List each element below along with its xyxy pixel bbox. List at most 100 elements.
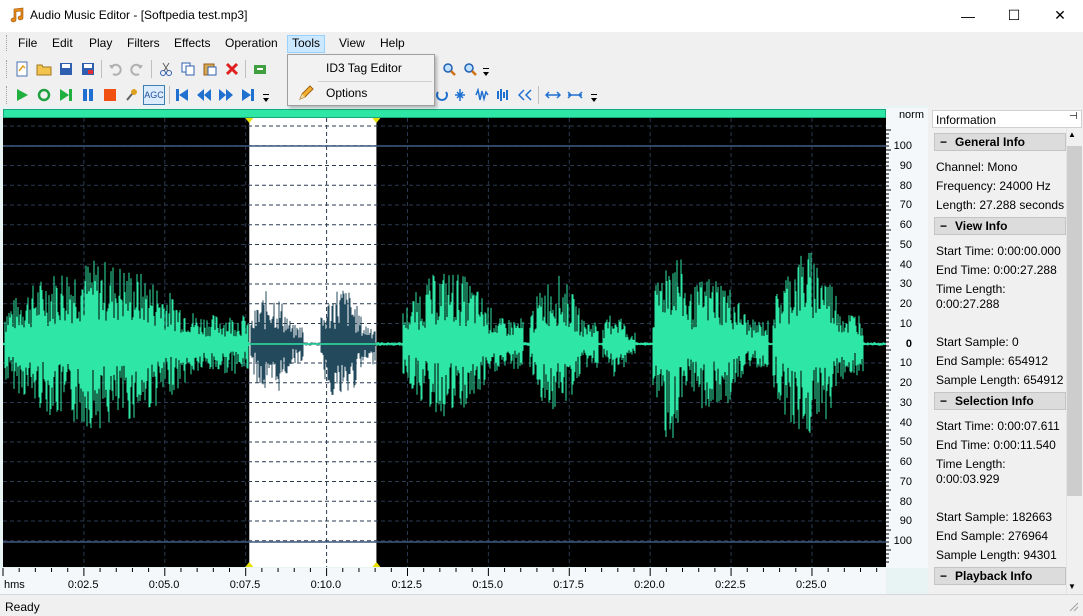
redo-icon[interactable] <box>128 60 146 78</box>
toolbar-separator <box>101 60 102 78</box>
ruler-label: 0 <box>905 337 912 350</box>
ruler-label: 100 <box>893 140 912 152</box>
new-file-icon[interactable] <box>13 60 31 78</box>
agc-toggle-button[interactable]: AGC <box>143 85 165 105</box>
menu-item-id3-tag-editor[interactable]: ID3 Tag Editor <box>290 57 432 79</box>
menu-filters[interactable]: Filters <box>123 35 164 53</box>
mix-icon[interactable] <box>251 60 269 78</box>
overview-bar[interactable] <box>3 109 886 118</box>
menubar-grip[interactable] <box>6 35 9 51</box>
time-label: 0:10.0 <box>310 579 342 591</box>
pause-icon[interactable] <box>79 86 97 104</box>
minimize-button[interactable]: — <box>945 0 991 31</box>
time-label: 0:20.0 <box>634 579 665 591</box>
menu-help[interactable]: Help <box>376 35 409 53</box>
undo-icon[interactable] <box>106 60 124 78</box>
copy-icon[interactable] <box>179 60 197 78</box>
selection-end-time: End Time: 0:00:11.540 <box>936 438 1056 452</box>
scroll-down-icon[interactable]: ▼ <box>1068 582 1076 591</box>
go-to-end-icon[interactable] <box>239 86 257 104</box>
playback-info-header[interactable]: − Playback Info <box>934 567 1066 585</box>
toolbar-overflow-icon[interactable] <box>481 63 491 81</box>
selection-time-length-label: Time Length: <box>936 457 1006 471</box>
delete-icon[interactable] <box>223 60 241 78</box>
waveform-canvas[interactable] <box>3 118 886 567</box>
go-to-start-icon[interactable] <box>173 86 191 104</box>
ruler-label: 40 <box>899 416 912 429</box>
view-info-heading: View Info <box>955 219 1008 233</box>
scrollbar-thumb[interactable] <box>1067 146 1082 496</box>
reverse-icon[interactable] <box>516 86 534 104</box>
menu-operation[interactable]: Operation <box>221 35 282 53</box>
maximize-button[interactable]: ☐ <box>991 0 1037 31</box>
ruler-label: 60 <box>899 219 912 231</box>
record-microphone-icon[interactable] <box>123 86 141 104</box>
save-as-icon[interactable] <box>79 60 97 78</box>
view-end-sample: End Sample: 654912 <box>936 354 1049 368</box>
time-label: 0:25.0 <box>795 579 827 591</box>
zoom-horizontal-out-icon[interactable] <box>566 86 584 104</box>
time-label: 0:15.0 <box>472 579 503 591</box>
toolbar-separator <box>245 60 246 78</box>
selection-start-time: Start Time: 0:00:07.611 <box>936 419 1060 433</box>
zoom-out-icon[interactable] <box>461 60 479 78</box>
view-start-sample: Start Sample: 0 <box>936 335 1019 349</box>
general-info-header[interactable]: − General Info <box>934 133 1066 151</box>
id3-tag-editor-label: ID3 Tag Editor <box>326 61 402 75</box>
menu-edit[interactable]: Edit <box>48 35 77 53</box>
view-start-time: Start Time: 0:00:00.000 <box>936 244 1061 258</box>
zoom-in-icon[interactable] <box>440 60 458 78</box>
fast-forward-icon[interactable] <box>217 86 235 104</box>
toolbar-grip[interactable] <box>6 60 9 78</box>
rewind-icon[interactable] <box>195 86 213 104</box>
menu-item-options[interactable]: Options <box>290 82 432 104</box>
ruler-label: 50 <box>899 436 912 449</box>
time-label: 0:02.5 <box>67 579 99 591</box>
time-ruler: hms 0:02.5 0:05.0 0:07.5 0:10.0 0:12.5 0:15.0… <box>0 568 886 594</box>
ruler-label: 50 <box>899 238 912 251</box>
menu-effects[interactable]: Effects <box>170 35 214 53</box>
information-title: Information <box>936 113 997 127</box>
selection-info-header[interactable]: − Selection Info <box>934 392 1066 410</box>
time-label: 0:05.0 <box>148 579 180 591</box>
ruler-label: 30 <box>899 278 912 291</box>
toolbar-separator <box>169 86 170 104</box>
resize-grip-icon[interactable] <box>1068 601 1080 613</box>
open-folder-icon[interactable] <box>35 60 53 78</box>
view-info-header[interactable]: − View Info <box>934 217 1066 235</box>
scroll-up-icon[interactable]: ▲ <box>1068 130 1076 139</box>
playback-info-heading: Playback Info <box>955 569 1033 583</box>
snap-icon[interactable] <box>433 86 451 104</box>
waveform-zoom-icon[interactable] <box>473 86 491 104</box>
menu-play[interactable]: Play <box>85 35 116 53</box>
time-label: 0:22.5 <box>715 579 746 591</box>
waveform-svg[interactable] <box>3 118 886 567</box>
menu-file[interactable]: File <box>14 35 41 53</box>
loop-play-icon[interactable] <box>35 86 53 104</box>
play-icon[interactable] <box>13 86 31 104</box>
toolbar-grip[interactable] <box>6 86 9 104</box>
title-bar: Audio Music Editor - [Softpedia test.mp3… <box>0 0 1083 32</box>
save-icon[interactable] <box>57 60 75 78</box>
center-marker-icon[interactable] <box>451 86 469 104</box>
menu-tools[interactable]: Tools <box>287 35 326 53</box>
waveform-bars-icon[interactable] <box>494 86 512 104</box>
options-label: Options <box>326 86 368 100</box>
ruler-label: 70 <box>899 199 912 212</box>
paste-icon[interactable] <box>201 60 219 78</box>
pin-icon[interactable]: ⊣ <box>1069 111 1078 122</box>
close-button[interactable]: ✕ <box>1037 0 1083 31</box>
cut-icon[interactable] <box>157 60 175 78</box>
menu-bar: File Edit Play Filters Effects Operation… <box>0 32 1083 54</box>
menu-view[interactable]: View <box>335 35 369 53</box>
ruler-label: 80 <box>899 179 912 192</box>
toolbar-overflow-icon[interactable] <box>589 89 599 107</box>
ruler-label: 100 <box>893 535 912 547</box>
play-to-end-icon[interactable] <box>57 86 75 104</box>
stop-icon[interactable] <box>101 86 119 104</box>
toolbar-overflow-icon[interactable] <box>261 89 271 107</box>
selection-info-heading: Selection Info <box>955 394 1034 408</box>
zoom-horizontal-in-icon[interactable] <box>544 86 562 104</box>
length-value: Length: 27.288 seconds <box>936 198 1065 212</box>
ruler-label: 90 <box>899 159 912 172</box>
